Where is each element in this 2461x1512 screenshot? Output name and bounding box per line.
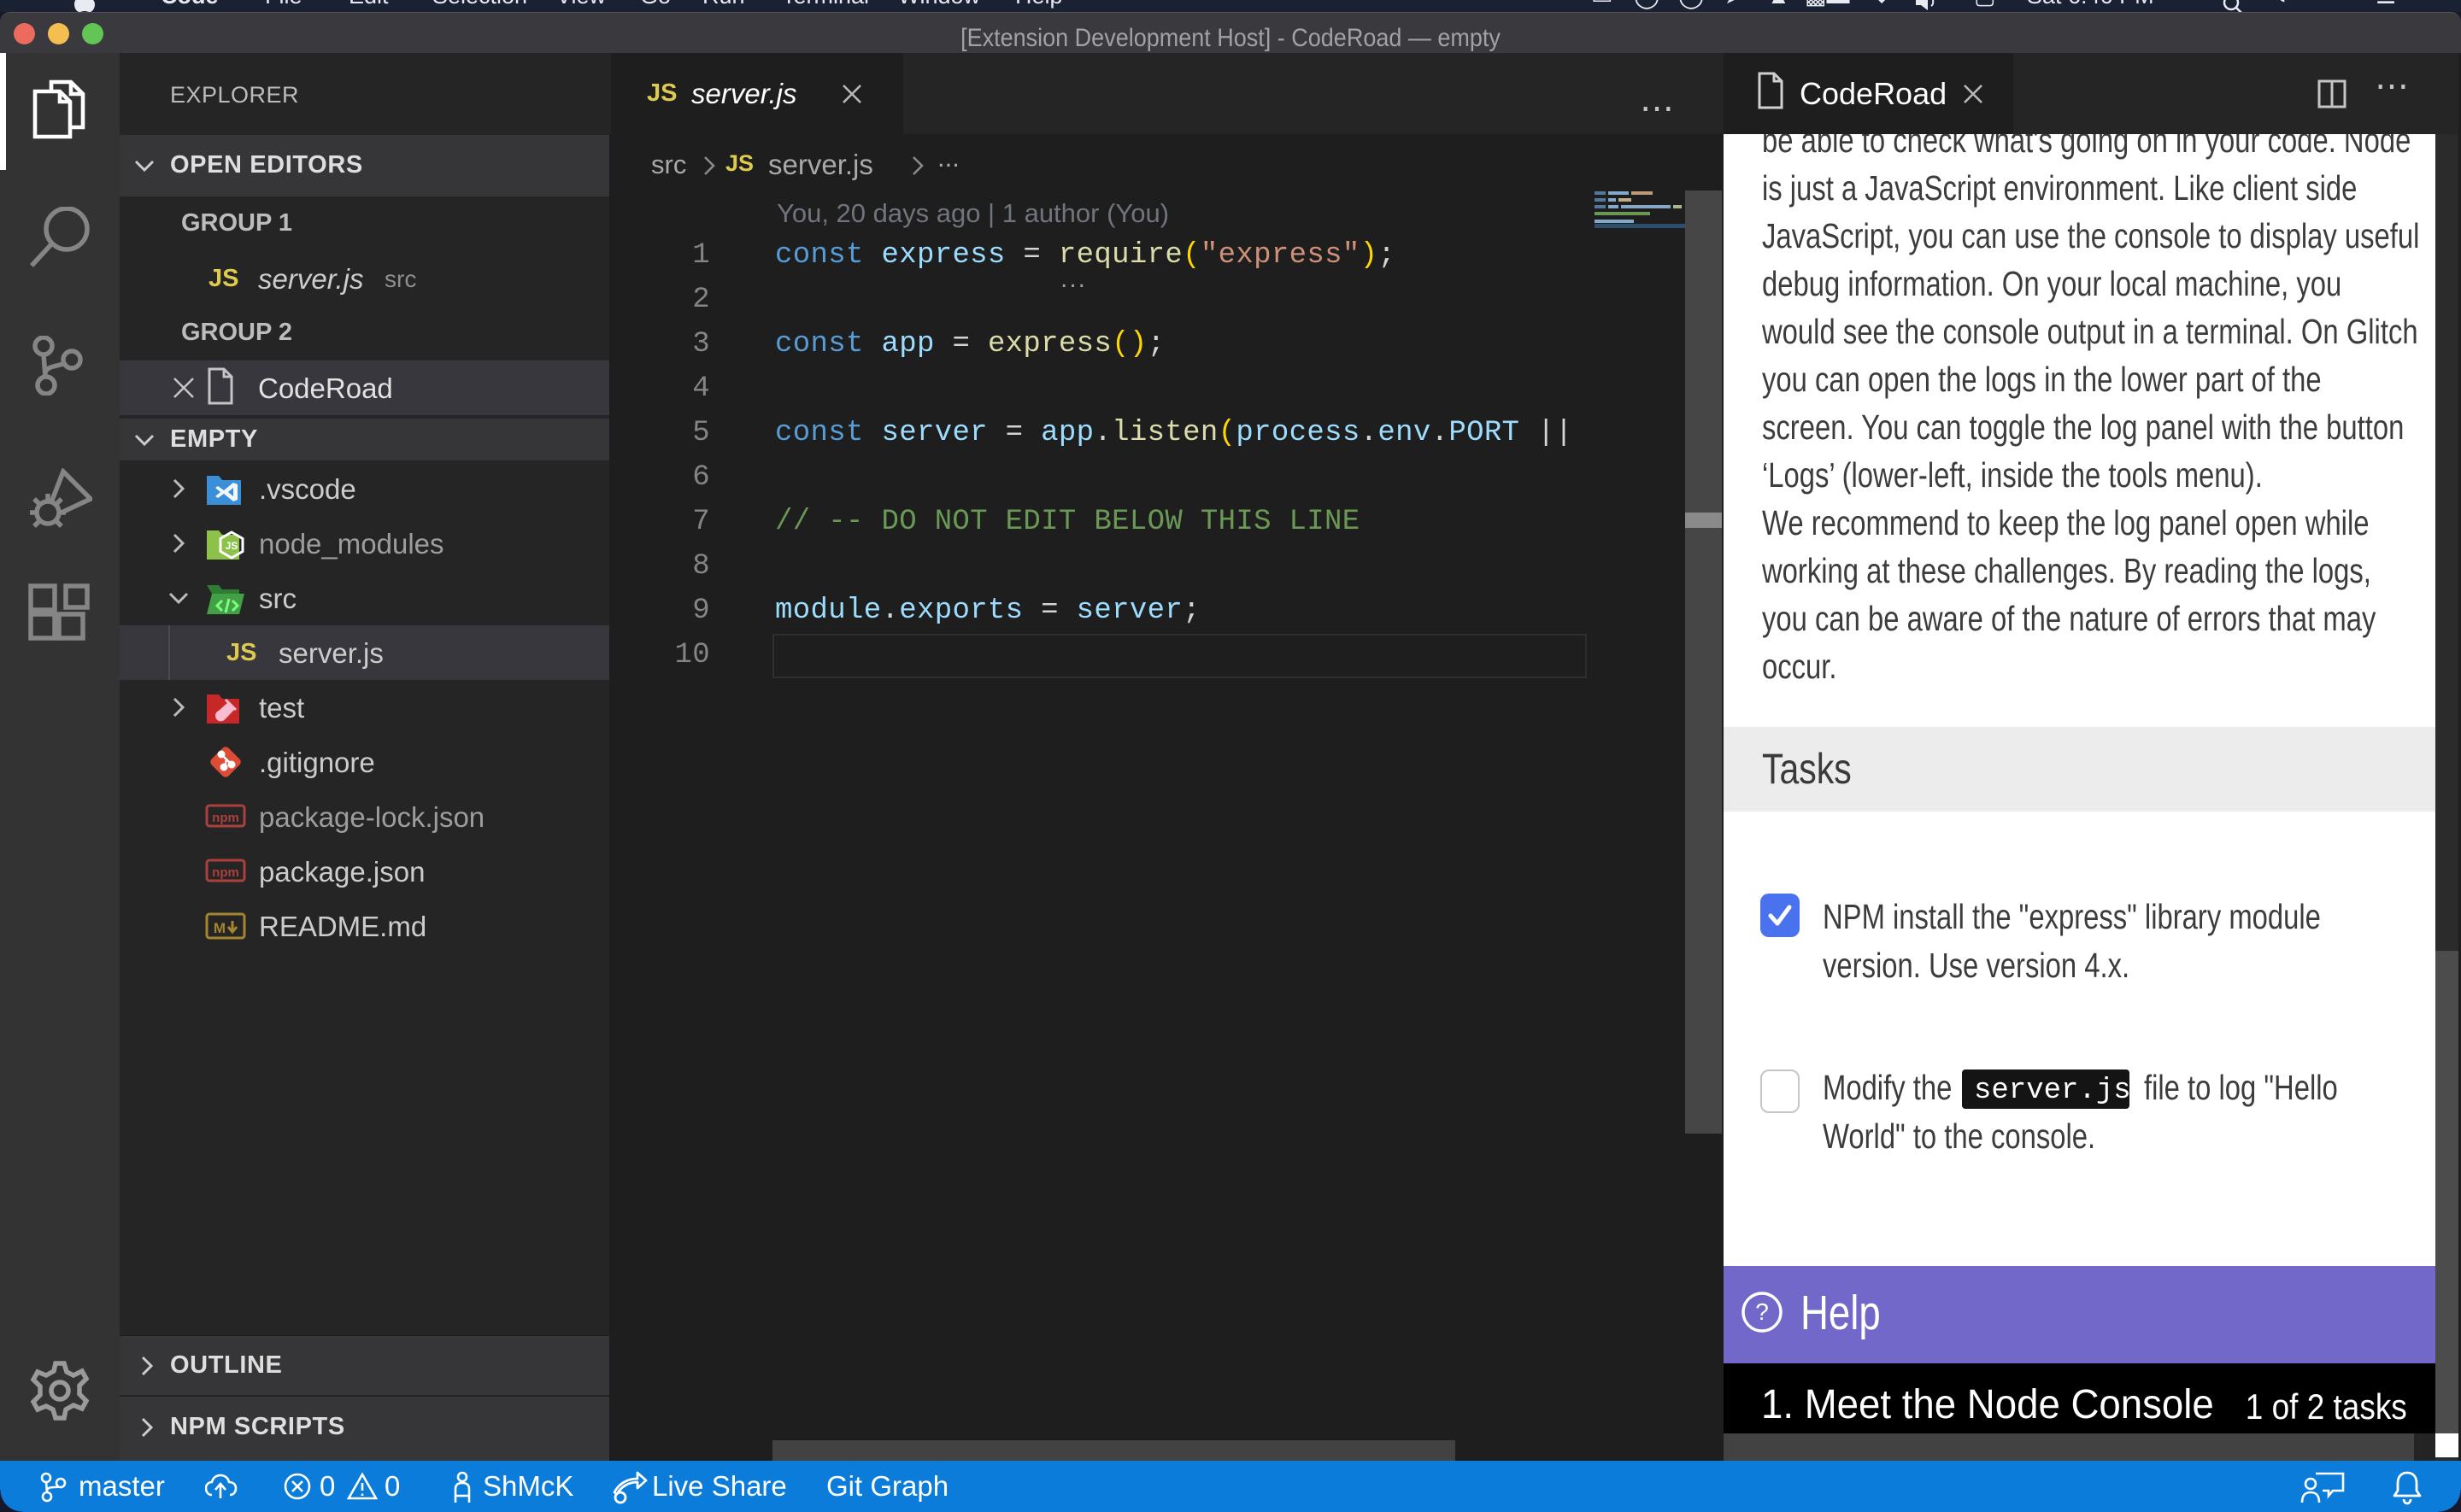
svg-text:M: M	[214, 920, 226, 936]
svg-text:npm: npm	[212, 811, 239, 825]
svg-text:JS: JS	[226, 540, 238, 552]
svg-text:npm: npm	[212, 865, 239, 880]
svg-text:?: ?	[1755, 1298, 1769, 1325]
